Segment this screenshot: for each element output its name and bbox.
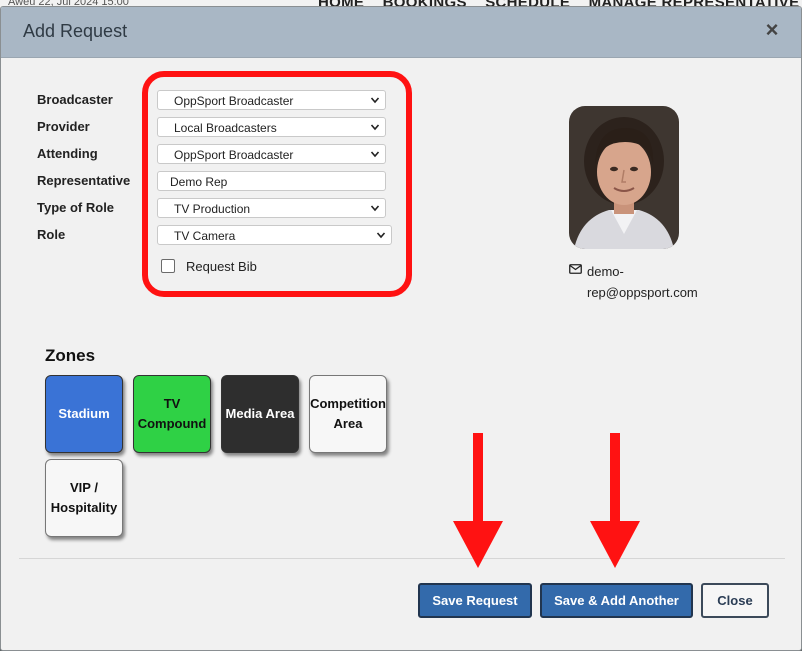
type-of-role-label: Type of Role bbox=[37, 200, 115, 215]
zone-media-area[interactable]: Media Area bbox=[221, 375, 299, 453]
add-request-modal: Add Request × Broadcaster Provider Atten… bbox=[0, 6, 802, 651]
role-label: Role bbox=[37, 227, 66, 242]
save-add-another-button[interactable]: Save & Add Another bbox=[540, 583, 693, 618]
modal-header: Add Request × bbox=[1, 7, 801, 58]
footer-divider bbox=[19, 558, 785, 559]
zone-stadium[interactable]: Stadium bbox=[45, 375, 123, 453]
zones-title: Zones bbox=[45, 346, 96, 365]
modal-title: Add Request bbox=[23, 21, 128, 41]
close-button[interactable]: Close bbox=[701, 583, 769, 618]
envelope-icon bbox=[569, 264, 582, 274]
zone-competition-area[interactable]: Competition Area bbox=[309, 375, 387, 453]
zone-vip-hospitality[interactable]: VIP / Hospitality bbox=[45, 459, 123, 537]
avatar bbox=[569, 106, 679, 249]
red-highlight-box bbox=[142, 71, 412, 297]
red-arrow-annotation bbox=[453, 433, 503, 568]
representative-email: demo-rep@oppsport.com bbox=[587, 264, 698, 300]
save-request-button[interactable]: Save Request bbox=[418, 583, 532, 618]
representative-label: Representative bbox=[37, 173, 131, 188]
red-arrow-annotation bbox=[590, 433, 640, 568]
provider-label: Provider bbox=[37, 119, 90, 134]
zone-tv-compound[interactable]: TV Compound bbox=[133, 375, 211, 453]
attending-label: Attending bbox=[37, 146, 98, 161]
close-icon[interactable]: × bbox=[763, 19, 781, 41]
broadcaster-label: Broadcaster bbox=[37, 92, 113, 107]
